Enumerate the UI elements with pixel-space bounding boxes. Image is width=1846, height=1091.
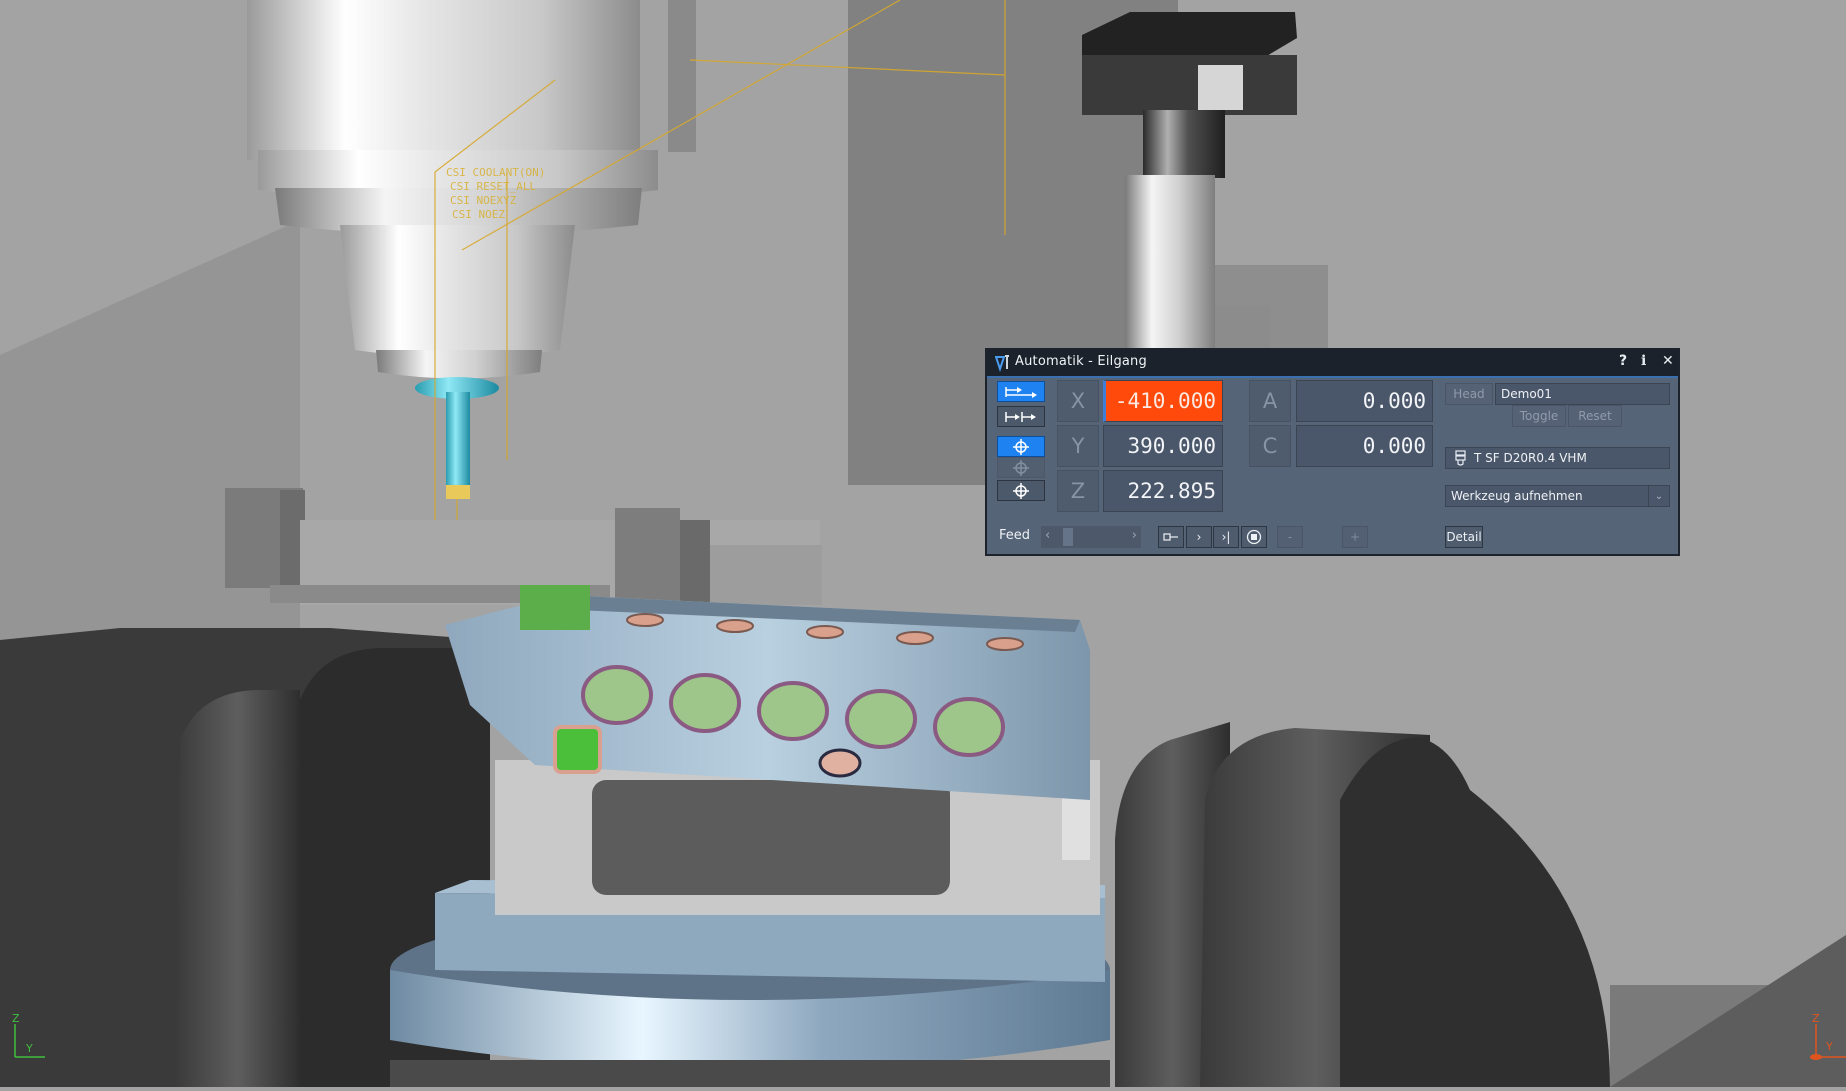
axis-value-z[interactable]: 222.895 xyxy=(1103,470,1223,512)
app-logo-icon xyxy=(995,355,1009,372)
action-select[interactable]: Werkzeug aufnehmen ⌄ xyxy=(1445,485,1670,507)
axis-label-z: Z xyxy=(1057,470,1099,512)
feed-slider-thumb[interactable] xyxy=(1063,528,1073,546)
axis-label-c: C xyxy=(1249,425,1291,467)
fixture-block-slot xyxy=(592,780,950,895)
spindle-collar xyxy=(376,350,542,379)
triad-left-y: Y xyxy=(26,1042,33,1055)
magazine-cylinder xyxy=(1143,110,1225,178)
magazine-column-side xyxy=(1215,305,1270,350)
toolpath-annotation: CSI NOEZ xyxy=(452,208,505,221)
axis-value-c[interactable]: 0.000 xyxy=(1296,425,1433,467)
fixture-pillar-right xyxy=(615,508,680,608)
spindle-body xyxy=(247,0,640,160)
toolpath-annotation: CSI COOLANT(ON) xyxy=(446,166,546,179)
plus-button[interactable]: + xyxy=(1342,526,1368,548)
axis-label-a: A xyxy=(1249,380,1291,422)
target-icon xyxy=(1013,459,1029,476)
axis-triad-left: Z Y xyxy=(10,1012,50,1062)
automatik-panel: Automatik - Eilgang ? i ✕ X -410.000 Y 3… xyxy=(985,348,1680,556)
single-step-icon xyxy=(1005,411,1036,422)
stop-button[interactable] xyxy=(1241,526,1267,548)
panel-title: Automatik - Eilgang xyxy=(1015,354,1147,369)
magazine-block xyxy=(1082,55,1297,115)
axis-triad-right: Z Y xyxy=(1808,1012,1846,1062)
axis-label-y: Y xyxy=(1057,425,1099,467)
feed-label: Feed xyxy=(999,528,1031,543)
target-mode-button-2[interactable] xyxy=(997,457,1045,478)
step-next-button[interactable]: › xyxy=(1186,526,1212,548)
stop-icon xyxy=(1246,529,1262,545)
target-icon xyxy=(1013,438,1029,455)
feed-left-arrow[interactable]: ‹ xyxy=(1045,528,1050,543)
toolpath-annotation: CSI RESET_ALL xyxy=(450,180,537,193)
reset-button[interactable]: Reset xyxy=(1568,405,1622,427)
axis-value-x[interactable]: -410.000 xyxy=(1103,380,1223,422)
fixture-back-box xyxy=(710,545,822,605)
axis-label-x: X xyxy=(1057,380,1099,422)
close-button[interactable]: ✕ xyxy=(1662,353,1674,369)
rotary-table-bottom xyxy=(390,1060,1110,1087)
help-button[interactable]: ? xyxy=(1619,353,1627,369)
tool-shank xyxy=(446,392,470,487)
spindle-taper xyxy=(340,225,575,358)
target-icon xyxy=(1013,482,1029,499)
tool-tip xyxy=(446,485,470,499)
fixture-pillar-right-side xyxy=(680,520,710,610)
triad-right-z: Z xyxy=(1812,1012,1820,1025)
tool-holder-icon xyxy=(1455,450,1466,466)
tool-field[interactable]: T SF D20R0.4 VHM xyxy=(1445,447,1670,469)
detail-button[interactable]: Detail xyxy=(1445,526,1483,548)
workpiece-green-port xyxy=(520,585,590,630)
toolpath-annotation: CSI NOEXYZ xyxy=(450,194,517,207)
chevron-down-icon[interactable]: ⌄ xyxy=(1648,486,1669,506)
tool-name: T SF D20R0.4 VHM xyxy=(1474,451,1587,465)
axis-value-a[interactable]: 0.000 xyxy=(1296,380,1433,422)
single-step-button[interactable] xyxy=(997,406,1045,427)
target-mode-button-1[interactable] xyxy=(997,436,1045,457)
info-button[interactable]: i xyxy=(1641,353,1646,369)
panel-titlebar[interactable]: Automatik - Eilgang ? i ✕ xyxy=(987,350,1678,378)
step-end-button[interactable]: ›| xyxy=(1213,526,1239,548)
triad-left-z: Z xyxy=(12,1012,20,1025)
head-label: Head xyxy=(1445,383,1493,405)
rapid-move-button[interactable] xyxy=(997,381,1045,402)
axis-value-y[interactable]: 390.000 xyxy=(1103,425,1223,467)
step-start-button[interactable] xyxy=(1158,526,1184,548)
feed-right-arrow[interactable]: › xyxy=(1132,528,1137,543)
magazine-column xyxy=(1125,175,1215,350)
toggle-button[interactable]: Toggle xyxy=(1512,405,1566,427)
rear-column-edge xyxy=(668,0,696,152)
minus-button[interactable]: - xyxy=(1277,526,1303,548)
target-mode-button-3[interactable] xyxy=(997,480,1045,501)
head-field[interactable]: Demo01 xyxy=(1495,383,1670,405)
triad-right-y: Y xyxy=(1826,1040,1833,1053)
rapid-move-icon xyxy=(1005,386,1037,398)
fixture-block-side xyxy=(1062,790,1090,860)
left-trunnion-face xyxy=(175,690,300,1087)
step-start-icon xyxy=(1163,533,1178,541)
action-select-value: Werkzeug aufnehmen xyxy=(1451,489,1583,503)
magazine-block-face xyxy=(1198,65,1243,110)
feed-slider[interactable]: ‹ › xyxy=(1041,526,1141,548)
